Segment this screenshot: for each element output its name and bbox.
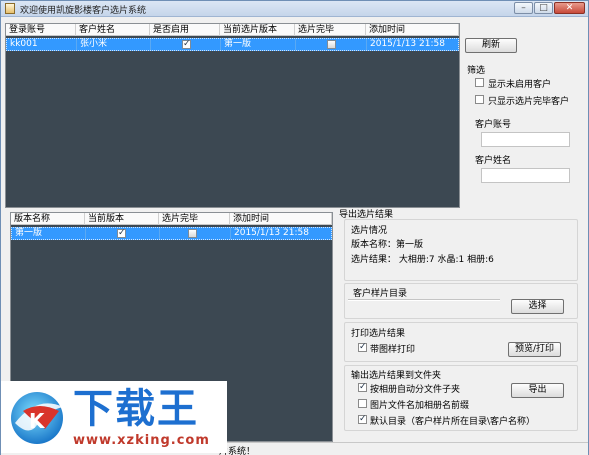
table-row[interactable]: 第一版 2015/1/13 21:58 [11,227,332,240]
preview-print-button[interactable]: 预览/打印 [508,342,561,357]
customer-grid[interactable]: 登录账号 客户姓名 是否启用 当前选片版本 选片完毕 添加时间 kk001 张小… [5,23,460,208]
choose-button[interactable]: 选择 [511,299,564,314]
col-version-time[interactable]: 添加时间 [230,213,332,225]
selection-status-title: 选片情况 [351,226,388,236]
col-done[interactable]: 选片完毕 [295,24,366,36]
version-done-checkbox[interactable] [188,229,197,238]
account-input[interactable] [481,132,570,147]
close-button[interactable]: ✕ [554,2,585,14]
cell-done [296,39,367,50]
current-checkbox[interactable] [117,228,126,239]
col-time[interactable]: 添加时间 [366,24,459,36]
show-done-only-checkbox[interactable] [475,95,484,104]
cell-name: 张小米 [77,39,151,50]
print-with-image-label: 带图样打印 [370,345,416,355]
print-title: 打印选片结果 [351,329,406,339]
selection-result-text: 选片结果： 大相册:7 水晶:1 相册:6 [351,255,494,265]
split-by-album-checkbox[interactable] [358,382,367,392]
refresh-button[interactable]: 刷新 [465,38,517,53]
cell-version-name: 第一版 [12,228,86,239]
version-grid-header: 版本名称 当前版本 选片完毕 添加时间 [11,213,332,225]
prefix-album-name-checkbox[interactable] [358,399,367,408]
watermark-url: www.xzking.com [73,433,210,448]
watermark-brand: 下载王 [73,386,199,432]
title-bar: 欢迎使用凯旋影楼客户选片系统 – □ ✕ [1,1,588,17]
col-account[interactable]: 登录账号 [6,24,76,36]
version-name-text: 版本名称：第一版 [351,240,424,250]
default-dir-label: 默认目录（客户样片所在目录\客户名称） [370,417,536,427]
sample-dir-input[interactable] [348,299,500,301]
account-label: 客户账号 [475,120,512,130]
cell-version: 第一版 [221,39,296,50]
prefix-album-name-label: 图片文件名加相册名前缀 [370,401,470,411]
done-checkbox[interactable] [327,40,336,49]
name-label: 客户姓名 [475,156,512,166]
cell-account: kk001 [7,39,77,50]
cell-current [86,228,160,239]
col-version-name[interactable]: 版本名称 [11,213,85,225]
col-name[interactable]: 客户姓名 [76,24,150,36]
maximize-button[interactable]: □ [534,2,553,14]
sample-dir-title: 客户样片目录 [353,289,408,299]
default-dir-checkbox[interactable] [358,414,367,424]
col-current[interactable]: 当前版本 [85,213,159,225]
show-disabled-checkbox[interactable] [475,78,484,87]
cell-version-done [160,228,231,239]
customer-grid-header: 登录账号 客户姓名 是否启用 当前选片版本 选片完毕 添加时间 [6,24,459,36]
print-with-image-checkbox[interactable] [358,342,367,352]
window-title: 欢迎使用凯旋影楼客户选片系统 [20,6,147,16]
svg-text:K: K [29,409,46,433]
minimize-button[interactable]: – [514,2,533,14]
filter-title: 筛选 [467,66,486,76]
cell-enabled [151,39,221,50]
table-row[interactable]: kk001 张小米 第一版 2015/1/13 21:58 [6,38,459,51]
cell-version-time: 2015/1/13 21:58 [231,228,332,239]
export-folder-title: 输出选片结果到文件夹 [351,371,442,381]
cell-time: 2015/1/13 21:58 [367,39,459,50]
main-window: 欢迎使用凯旋影楼客户选片系统 – □ ✕ 登录账号 客户姓名 是否启用 当前选片… [0,0,589,455]
col-version[interactable]: 当前选片版本 [220,24,295,36]
enabled-checkbox[interactable] [182,39,191,50]
app-icon [5,3,15,14]
name-input[interactable] [481,168,570,183]
col-version-done[interactable]: 选片完毕 [159,213,230,225]
split-by-album-label: 按相册自动分文件子夹 [370,385,461,395]
show-disabled-label: 显示未启用客户 [488,80,552,90]
watermark-logo: K 下载王 www.xzking.com [1,381,227,453]
show-done-only-label: 只显示选片完毕客户 [488,97,570,107]
export-button[interactable]: 导出 [511,383,564,398]
col-enabled[interactable]: 是否启用 [150,24,220,36]
